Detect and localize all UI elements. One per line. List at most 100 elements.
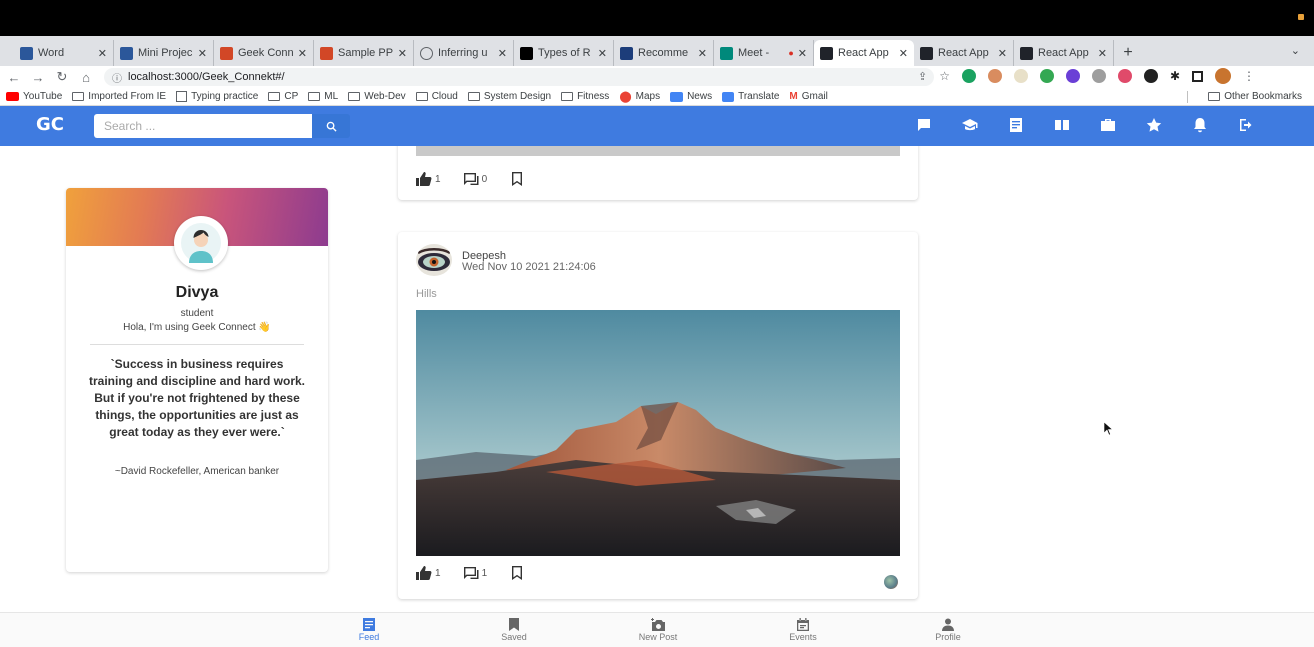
save-button[interactable]: [509, 566, 528, 580]
graduation-cap-icon[interactable]: [962, 117, 978, 133]
browser-tab[interactable]: React App ✕: [914, 40, 1014, 66]
save-button[interactable]: [509, 172, 528, 186]
star-icon[interactable]: [1146, 117, 1162, 133]
os-top-bar: [0, 0, 1314, 36]
menu-icon[interactable]: ⋮: [1243, 69, 1255, 83]
home-icon[interactable]: ⌂: [76, 70, 96, 85]
extension-icon[interactable]: [987, 69, 1002, 83]
bookmark-folder[interactable]: CP: [268, 91, 298, 102]
close-icon[interactable]: ✕: [98, 47, 107, 60]
logout-icon[interactable]: [1238, 117, 1254, 133]
bookmark-gmail[interactable]: M Gmail: [789, 91, 827, 102]
post-author-avatar[interactable]: [416, 244, 452, 276]
browser-tab[interactable]: Sample PP ✕: [314, 40, 414, 66]
profile-name: Divya: [175, 284, 219, 301]
comment-button[interactable]: 1: [463, 566, 487, 580]
url-bar[interactable]: ⓘ localhost:3000/Geek_Connekt#/: [104, 68, 934, 86]
browser-tab[interactable]: Word ✕: [14, 40, 114, 66]
close-icon[interactable]: ✕: [498, 47, 507, 60]
book-open-icon[interactable]: [1054, 117, 1070, 133]
previous-post-card: 1 0: [398, 146, 918, 200]
extension-icon[interactable]: [1117, 69, 1132, 83]
browser-tab[interactable]: Meet - ● ✕: [714, 40, 814, 66]
article-icon[interactable]: [1008, 117, 1024, 133]
extension-icon[interactable]: [1091, 69, 1106, 83]
new-tab-button[interactable]: +: [1114, 40, 1142, 66]
like-button[interactable]: 1: [416, 172, 441, 186]
mouse-cursor-icon: [1104, 422, 1114, 436]
app-navbar: GC: [0, 106, 1314, 146]
bookmark-news[interactable]: News: [670, 91, 712, 102]
sidepanel-icon[interactable]: [1192, 70, 1204, 82]
navbar-icons: [916, 117, 1284, 133]
browser-tab[interactable]: React App ✕: [1014, 40, 1114, 66]
forward-icon[interactable]: →: [28, 70, 48, 85]
puzzle-icon[interactable]: ✱: [1170, 69, 1180, 83]
post-actions: 1 1: [416, 566, 550, 580]
bottom-nav-events[interactable]: Events: [773, 618, 833, 642]
post-timestamp: Wed Nov 10 2021 21:24:06: [462, 261, 596, 273]
bookmark-maps[interactable]: ⬤ Maps: [619, 90, 660, 103]
avatar[interactable]: [174, 216, 228, 270]
browser-tab[interactable]: Types of R ✕: [514, 40, 614, 66]
extension-icon[interactable]: [1065, 69, 1080, 83]
close-icon[interactable]: ✕: [998, 47, 1007, 60]
url-text: localhost:3000/Geek_Connekt#/: [128, 71, 285, 83]
bottom-nav-saved[interactable]: Saved: [484, 618, 544, 642]
search-button[interactable]: [312, 114, 350, 138]
search-input[interactable]: [94, 114, 312, 138]
bookmark-translate[interactable]: Translate: [722, 91, 779, 102]
close-icon[interactable]: ✕: [398, 47, 407, 60]
browser-tab-active[interactable]: React App ✕: [814, 40, 914, 66]
commenter-avatar[interactable]: [884, 575, 898, 589]
post-card: Deepesh Wed Nov 10 2021 21:24:06 Hills 1…: [398, 232, 918, 599]
site-info-icon[interactable]: ⓘ: [112, 70, 122, 85]
close-icon[interactable]: ✕: [698, 47, 707, 60]
app-logo[interactable]: GC: [36, 114, 64, 138]
like-button[interactable]: 1: [416, 566, 441, 580]
share-icon[interactable]: ⇪: [918, 70, 927, 83]
browser-tab[interactable]: Geek Conn ✕: [214, 40, 314, 66]
close-icon[interactable]: ✕: [298, 47, 307, 60]
close-icon[interactable]: ✕: [798, 47, 807, 60]
quote-author: ~David Rockefeller, American banker: [114, 466, 280, 477]
folder-icon: [1208, 92, 1221, 101]
back-icon[interactable]: ←: [4, 70, 24, 85]
star-icon[interactable]: ☆: [939, 69, 950, 83]
extension-icon[interactable]: [961, 69, 976, 83]
avatar-icon[interactable]: [1215, 68, 1232, 84]
bell-icon[interactable]: [1192, 117, 1208, 133]
close-icon[interactable]: ✕: [598, 47, 607, 60]
bookmark-typing[interactable]: Typing practice: [176, 91, 258, 102]
bottom-nav-profile[interactable]: Profile: [918, 618, 978, 642]
extension-icon[interactable]: [1143, 69, 1158, 83]
post-image[interactable]: [416, 310, 900, 556]
post-text: Hills: [416, 288, 437, 300]
reload-icon[interactable]: ↻: [52, 69, 72, 85]
bookmark-folder[interactable]: System Design: [467, 91, 551, 102]
extension-icon[interactable]: [1039, 69, 1054, 83]
profile-card: Divya student Hola, I'm using Geek Conne…: [66, 188, 328, 572]
tab-search-button[interactable]: ⌄: [1291, 44, 1300, 57]
other-bookmarks[interactable]: Other Bookmarks: [1208, 91, 1302, 102]
comment-button[interactable]: 0: [463, 172, 487, 186]
browser-tab[interactable]: Inferring u ✕: [414, 40, 514, 66]
briefcase-icon[interactable]: [1100, 117, 1116, 133]
bookmark-folder[interactable]: Web-Dev: [348, 91, 406, 102]
bookmark-folder[interactable]: ML: [308, 91, 338, 102]
bookmark-folder[interactable]: Cloud: [415, 91, 458, 102]
comment-icon: [463, 567, 479, 579]
extension-icon[interactable]: [1013, 69, 1028, 83]
bookmark-youtube[interactable]: YouTube: [6, 91, 62, 102]
browser-tab[interactable]: Recomme ✕: [614, 40, 714, 66]
close-icon[interactable]: ✕: [899, 47, 908, 60]
bottom-nav-feed[interactable]: Feed: [339, 618, 399, 642]
bookmark-folder[interactable]: Imported From IE: [72, 91, 166, 102]
browser-tab[interactable]: Mini Projec ✕: [114, 40, 214, 66]
bottom-nav-new-post[interactable]: New Post: [628, 618, 688, 642]
close-icon[interactable]: ✕: [198, 47, 207, 60]
bookmark-folder[interactable]: Fitness: [561, 91, 609, 102]
folder-icon: [415, 92, 428, 101]
chat-icon[interactable]: [916, 117, 932, 133]
close-icon[interactable]: ✕: [1098, 47, 1107, 60]
